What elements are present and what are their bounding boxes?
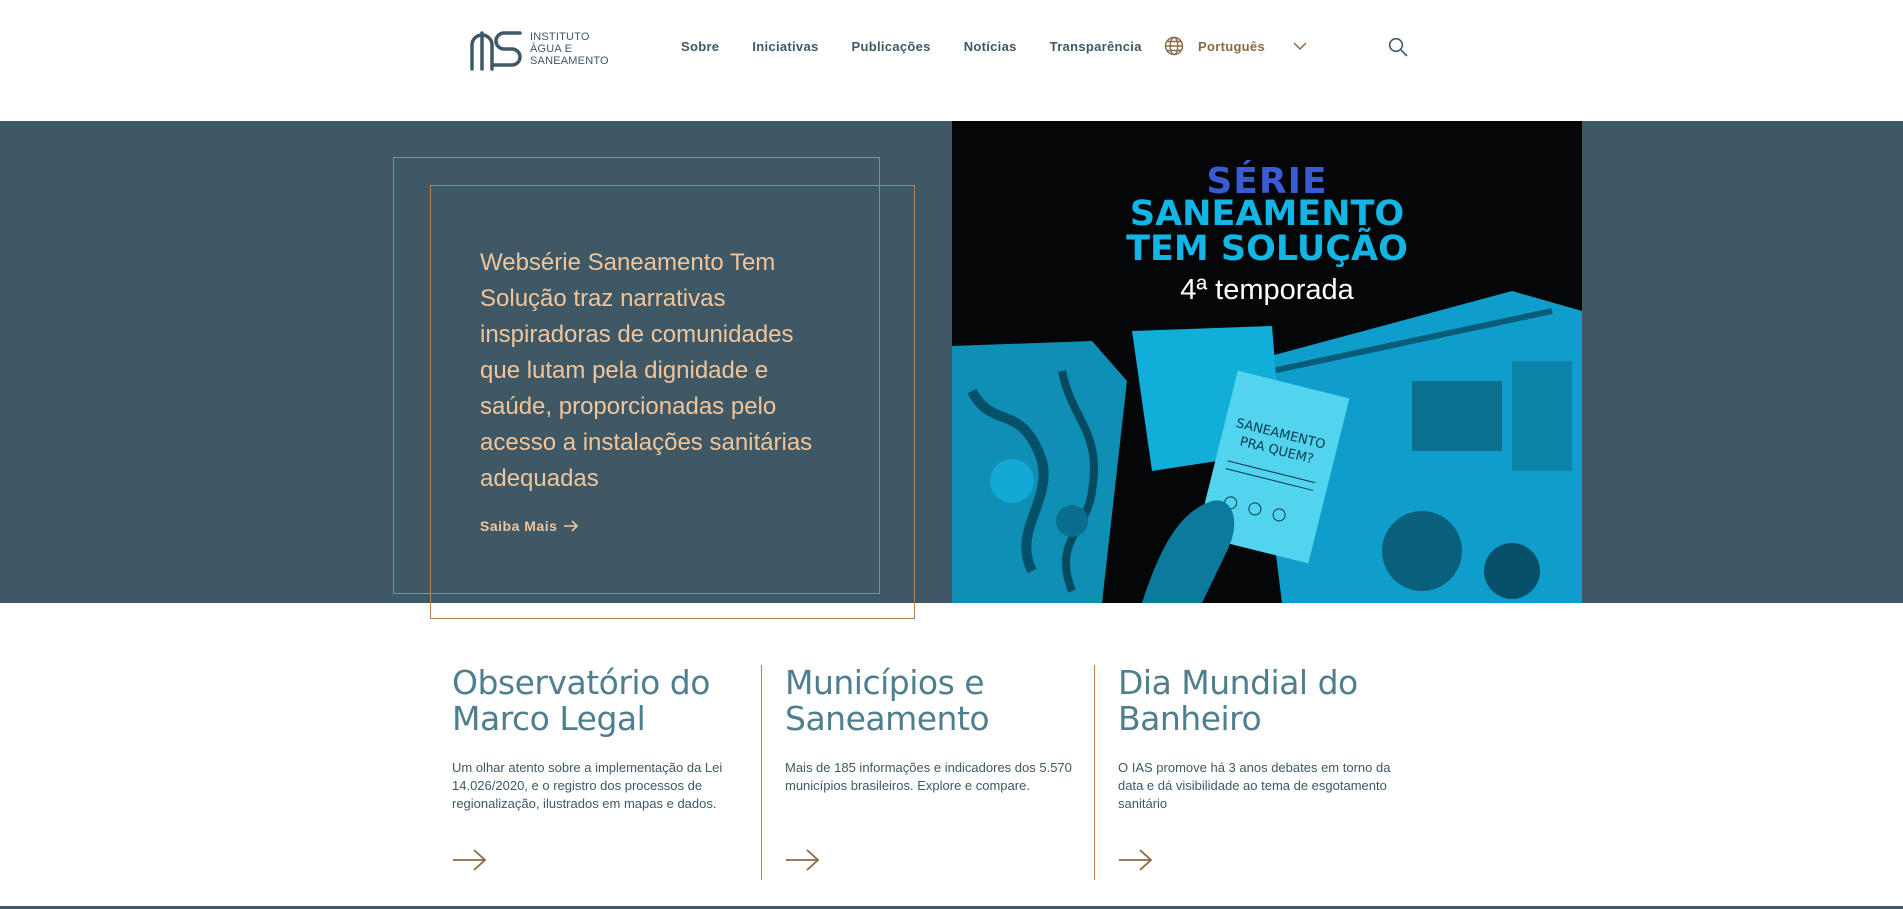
logo-line-3: SANEAMENTO bbox=[530, 55, 609, 67]
card-dia-mundial[interactable]: Dia Mundial do Banheiro O IAS promove há… bbox=[1118, 665, 1418, 883]
card-title: Dia Mundial do Banheiro bbox=[1118, 663, 1358, 738]
logo-mark-icon bbox=[470, 31, 522, 71]
search-button[interactable] bbox=[1388, 37, 1408, 62]
banner-title-line-saneamento: SANEAMENTO bbox=[1129, 194, 1405, 234]
nav-item-noticias[interactable]: Notícias bbox=[964, 39, 1017, 54]
arrow-right-icon[interactable] bbox=[452, 848, 488, 872]
banner-subtitle: 4ª temporada bbox=[1180, 274, 1354, 306]
card-title: Observatório do Marco Legal bbox=[452, 663, 710, 738]
arrow-right-icon[interactable] bbox=[785, 848, 821, 872]
language-selector[interactable]: Português bbox=[1164, 36, 1307, 56]
site-logo[interactable]: INSTITUTO ÁGUA E SANEAMENTO bbox=[468, 27, 609, 71]
globe-icon bbox=[1164, 36, 1184, 56]
card-divider bbox=[1094, 665, 1095, 880]
saiba-mais-label: Saiba Mais bbox=[480, 518, 558, 534]
nav-item-publicacoes[interactable]: Publicações bbox=[852, 39, 931, 54]
webserie-banner[interactable]: SANEAMENTO PRA QUEM? SÉRIE SANEAMENTO TE… bbox=[952, 121, 1582, 603]
banner-title-line-tem-solucao: TEM SOLUÇÃO bbox=[1126, 229, 1408, 269]
card-description: Um olhar atento sobre a implementação da… bbox=[452, 760, 723, 811]
main-nav: Sobre Iniciativas Publicações Notícias T… bbox=[681, 39, 1175, 54]
logo-text: INSTITUTO ÁGUA E SANEAMENTO bbox=[530, 31, 609, 67]
language-label: Português bbox=[1198, 38, 1265, 54]
hero-text: Websérie Saneamento Tem Solução traz nar… bbox=[480, 249, 813, 492]
site-header: INSTITUTO ÁGUA E SANEAMENTO Sobre Inicia… bbox=[0, 0, 1903, 121]
card-municipios[interactable]: Municípios e Saneamento Mais de 185 info… bbox=[785, 665, 1085, 883]
arrow-right-icon[interactable] bbox=[1118, 848, 1154, 872]
card-divider bbox=[761, 665, 762, 880]
logo-line-2: ÁGUA E bbox=[530, 43, 573, 55]
nav-item-transparencia[interactable]: Transparência bbox=[1050, 39, 1142, 54]
nav-item-iniciativas[interactable]: Iniciativas bbox=[752, 39, 818, 54]
card-description: Mais de 185 informações e indicadores do… bbox=[785, 760, 1072, 793]
arrow-right-icon bbox=[564, 520, 579, 532]
saiba-mais-link[interactable]: Saiba Mais bbox=[480, 518, 579, 534]
card-title: Municípios e Saneamento bbox=[785, 663, 990, 738]
logo-line-1: INSTITUTO bbox=[530, 31, 590, 43]
chevron-down-icon bbox=[1293, 41, 1307, 50]
nav-item-sobre[interactable]: Sobre bbox=[681, 39, 719, 54]
card-description: O IAS promove há 3 anos debates em torno… bbox=[1118, 760, 1391, 811]
banner-title-main: SANEAMENTO TEM SOLUÇÃO bbox=[952, 197, 1582, 267]
card-observatorio[interactable]: Observatório do Marco Legal Um olhar ate… bbox=[452, 665, 752, 883]
search-icon bbox=[1388, 37, 1408, 57]
banner-photo: SANEAMENTO PRA QUEM? bbox=[952, 271, 1582, 603]
